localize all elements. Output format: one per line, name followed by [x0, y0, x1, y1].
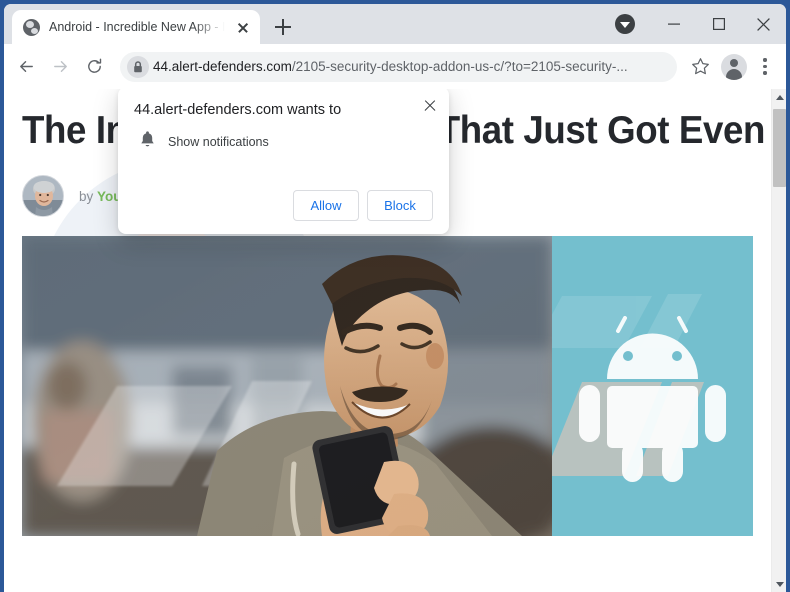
window-controls: [615, 4, 786, 44]
browser-window: Android - Incredible New App - I 44.aler…: [4, 4, 786, 592]
scroll-up-arrow-icon[interactable]: [772, 89, 786, 105]
back-arrow-icon[interactable]: [10, 51, 42, 83]
window-frame: Android - Incredible New App - I 44.aler…: [0, 0, 790, 592]
lock-icon[interactable]: [125, 54, 151, 80]
avatar-icon[interactable]: [721, 53, 747, 80]
android-panel: [552, 236, 753, 536]
download-chevron-icon[interactable]: [615, 14, 635, 34]
block-button[interactable]: Block: [367, 190, 433, 221]
minimize-icon[interactable]: [651, 4, 696, 44]
hero-section: [22, 236, 753, 536]
forward-arrow-icon[interactable]: [44, 51, 76, 83]
url-text: 44.alert-defenders.com/2105-security-des…: [151, 59, 628, 74]
close-icon[interactable]: [741, 4, 786, 44]
dialog-title: 44.alert-defenders.com wants to: [134, 102, 342, 118]
three-dot-menu-icon[interactable]: [752, 52, 778, 82]
permission-label: Show notifications: [168, 134, 269, 149]
scroll-thumb[interactable]: [773, 109, 786, 187]
permission-row: Show notifications: [134, 130, 433, 153]
page-scrollbar[interactable]: [771, 89, 786, 592]
tab-strip: Android - Incredible New App - I: [4, 4, 786, 44]
smiling-man-with-phone-photo: [22, 236, 552, 536]
close-icon[interactable]: [420, 96, 440, 116]
bell-icon: [139, 130, 156, 153]
new-tab-button[interactable]: [269, 13, 297, 41]
notification-permission-dialog: 44.alert-defenders.com wants to Show not…: [118, 89, 449, 234]
byline-prefix: by: [79, 188, 94, 204]
address-bar[interactable]: 44.alert-defenders.com/2105-security-des…: [120, 51, 677, 82]
browser-toolbar: 44.alert-defenders.com/2105-security-des…: [4, 44, 786, 89]
tab-title: Android - Incredible New App - I: [49, 20, 225, 34]
url-path: /2105-security-desktop-addon-us-c/?to=21…: [291, 59, 628, 74]
browser-tab[interactable]: Android - Incredible New App - I: [12, 10, 260, 44]
allow-button[interactable]: Allow: [293, 190, 359, 221]
scroll-down-arrow-icon[interactable]: [772, 576, 786, 592]
page-viewport: The Incredible New App That Just Got Eve…: [4, 89, 786, 592]
star-icon[interactable]: [685, 52, 715, 82]
close-icon[interactable]: [234, 18, 252, 36]
reload-icon[interactable]: [78, 51, 110, 83]
globe-icon: [23, 18, 40, 36]
author-photo: [22, 175, 64, 217]
url-host: 44.alert-defenders.com: [153, 59, 292, 74]
maximize-icon[interactable]: [696, 4, 741, 44]
dialog-actions: Allow Block: [134, 190, 433, 221]
